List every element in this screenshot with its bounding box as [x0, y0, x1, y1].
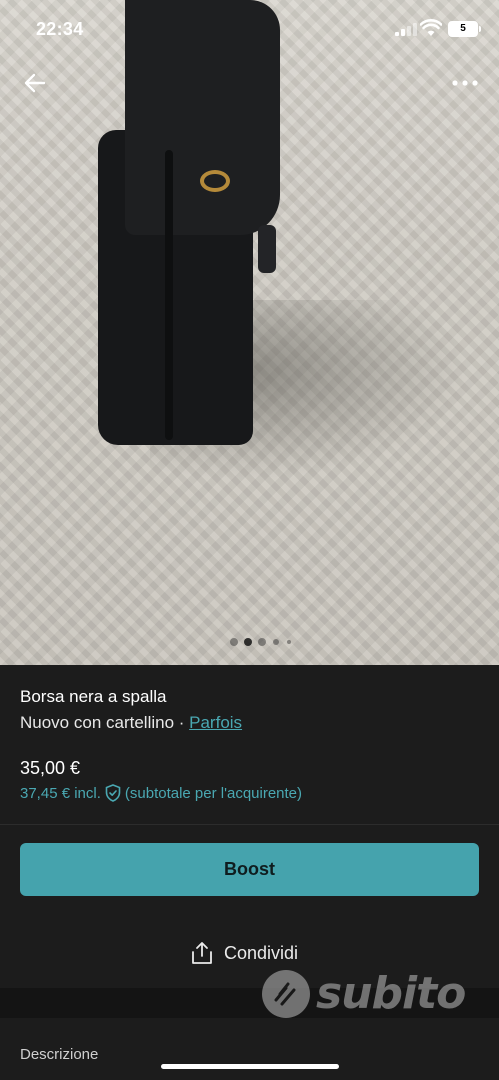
wifi-icon	[420, 19, 442, 36]
watermark-text: subito	[316, 968, 466, 1019]
carousel-dot-active[interactable]	[244, 638, 252, 646]
status-bar: 22:34 5	[0, 0, 499, 56]
bag-hinge	[258, 225, 276, 273]
buyer-price-value: 37,45 € incl.	[20, 784, 101, 802]
more-options-icon[interactable]	[450, 72, 480, 94]
home-indicator[interactable]	[161, 1064, 339, 1069]
separator: ·	[174, 713, 190, 732]
share-label: Condividi	[224, 942, 299, 963]
carousel-dot[interactable]	[287, 640, 291, 644]
boost-button[interactable]: Boost	[20, 843, 479, 896]
watermark-logo-icon	[262, 970, 310, 1018]
item-price: 35,00 €	[20, 758, 81, 778]
share-button[interactable]: Condividi	[190, 939, 298, 967]
share-icon	[192, 942, 212, 964]
back-arrow-icon[interactable]	[20, 68, 50, 98]
carousel-dot[interactable]	[258, 638, 266, 646]
carousel-dot[interactable]	[230, 638, 238, 646]
buyer-price-note: (subtotale per l'acquirente)	[124, 784, 303, 802]
battery-icon: 5	[448, 21, 478, 37]
item-photo[interactable]	[0, 0, 499, 665]
subito-watermark: subito	[262, 968, 477, 1020]
shield-check-icon	[105, 784, 121, 802]
item-title: Borsa nera a spalla	[20, 687, 167, 706]
carousel-dots[interactable]	[228, 636, 298, 646]
divider	[0, 824, 499, 825]
bag-ring	[200, 170, 230, 192]
description-heading: Descrizione	[20, 1046, 99, 1063]
item-condition: Nuovo con cartellino	[20, 713, 175, 732]
status-time: 22:34	[36, 19, 84, 39]
bag-seam	[165, 150, 173, 440]
brand-link[interactable]: Parfois	[189, 713, 242, 732]
carousel-dot[interactable]	[273, 639, 279, 645]
battery-tip	[479, 26, 481, 32]
item-subtitle: Nuovo con cartellino · Parfois	[20, 713, 242, 733]
buyer-price[interactable]: 37,45 € incl. (subtotale per l'acquirent…	[20, 784, 302, 802]
signal-icon	[395, 22, 417, 36]
